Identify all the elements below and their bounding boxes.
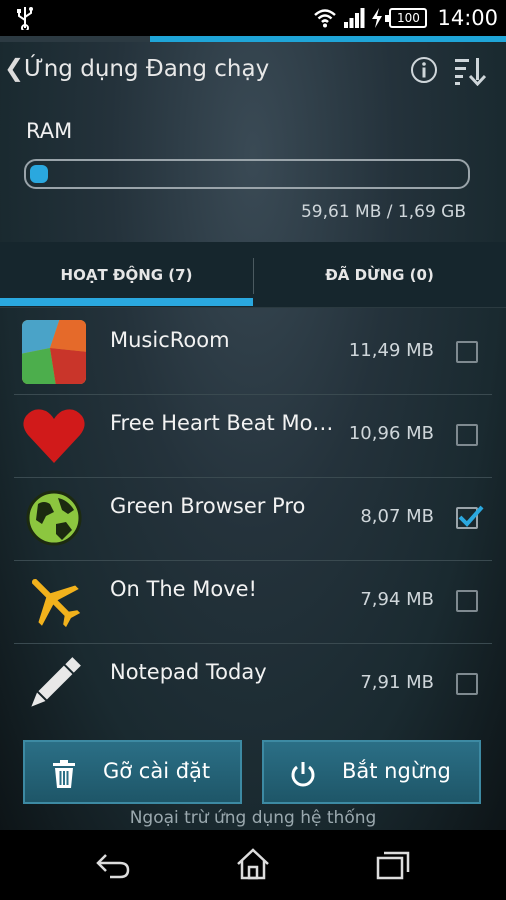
usb-icon <box>17 7 33 30</box>
app-size: 11,49 MB <box>348 340 434 361</box>
ram-usage-text: 59,61 MB / 1,69 GB <box>300 202 466 222</box>
force-stop-label: Bắt ngừng <box>342 759 451 783</box>
app-checkbox[interactable] <box>456 673 478 695</box>
app-size: 7,94 MB <box>360 589 434 610</box>
sort-icon[interactable] <box>454 56 486 86</box>
list-item[interactable]: MusicRoom 11,49 MB <box>0 312 506 395</box>
tab-stopped[interactable]: ĐÃ DỪNG (0) <box>253 242 506 308</box>
nav-bar <box>0 830 506 900</box>
app-name: MusicRoom <box>110 328 230 352</box>
page-title[interactable]: Ứng dụng Đang chạy <box>24 56 269 82</box>
ram-progress-bar <box>24 159 470 189</box>
charging-icon <box>372 8 383 28</box>
ram-label: RAM <box>26 119 73 143</box>
heart-icon <box>23 409 85 463</box>
ram-progress-fill <box>30 165 48 183</box>
recent-apps-icon[interactable] <box>376 850 410 880</box>
pencil-icon <box>31 657 81 707</box>
app-name: On The Move! <box>110 577 257 601</box>
uninstall-label: Gỡ cài đặt <box>103 759 211 783</box>
app-name: Notepad Today <box>110 660 267 684</box>
active-tab-indicator <box>0 298 253 306</box>
app-screen: ❮ Ứng dụng Đang chạy RAM 59,61 MB / 1,69… <box>0 36 506 830</box>
home-icon[interactable] <box>236 848 270 880</box>
app-checkbox[interactable] <box>456 590 478 612</box>
trash-icon <box>53 760 75 788</box>
action-bar: ❮ Ứng dụng Đang chạy <box>0 42 506 102</box>
action-buttons: Gỡ cài đặt Bắt ngừng <box>0 740 506 810</box>
list-item[interactable]: On The Move! 7,94 MB <box>0 561 506 644</box>
app-checkbox[interactable] <box>456 424 478 446</box>
app-name: Free Heart Beat Mo… <box>110 411 334 435</box>
status-bar: 100 14:00 <box>0 0 506 36</box>
back-chevron-icon[interactable]: ❮ <box>4 54 24 82</box>
app-checkbox[interactable] <box>456 341 478 363</box>
ram-section: RAM 59,61 MB / 1,69 GB <box>0 102 506 242</box>
back-icon[interactable] <box>96 850 130 880</box>
signal-icon <box>344 8 365 28</box>
app-name: Green Browser Pro <box>110 494 306 518</box>
app-list: MusicRoom 11,49 MB Free Heart Beat Mo… 1… <box>0 312 506 724</box>
clock: 14:00 <box>437 6 498 30</box>
uninstall-button[interactable]: Gỡ cài đặt <box>23 740 242 804</box>
info-icon[interactable] <box>410 56 438 84</box>
list-item[interactable]: Notepad Today 7,91 MB <box>0 644 506 724</box>
force-stop-button[interactable]: Bắt ngừng <box>262 740 481 804</box>
app-checkbox[interactable] <box>456 505 484 529</box>
app-size: 10,96 MB <box>348 423 434 444</box>
list-item[interactable]: Green Browser Pro 8,07 MB <box>0 478 506 561</box>
musicroom-icon <box>22 320 86 384</box>
app-size: 7,91 MB <box>360 672 434 693</box>
wifi-icon <box>314 9 337 28</box>
globe-icon <box>26 490 82 546</box>
checkmark-icon <box>458 505 484 527</box>
power-icon <box>291 762 315 787</box>
app-size: 8,07 MB <box>360 506 434 527</box>
battery-indicator: 100 <box>385 8 428 28</box>
system-apps-note: Ngoại trừ ứng dụng hệ thống <box>129 808 377 828</box>
airplane-icon <box>31 578 81 628</box>
list-item[interactable]: Free Heart Beat Mo… 10,96 MB <box>0 395 506 478</box>
